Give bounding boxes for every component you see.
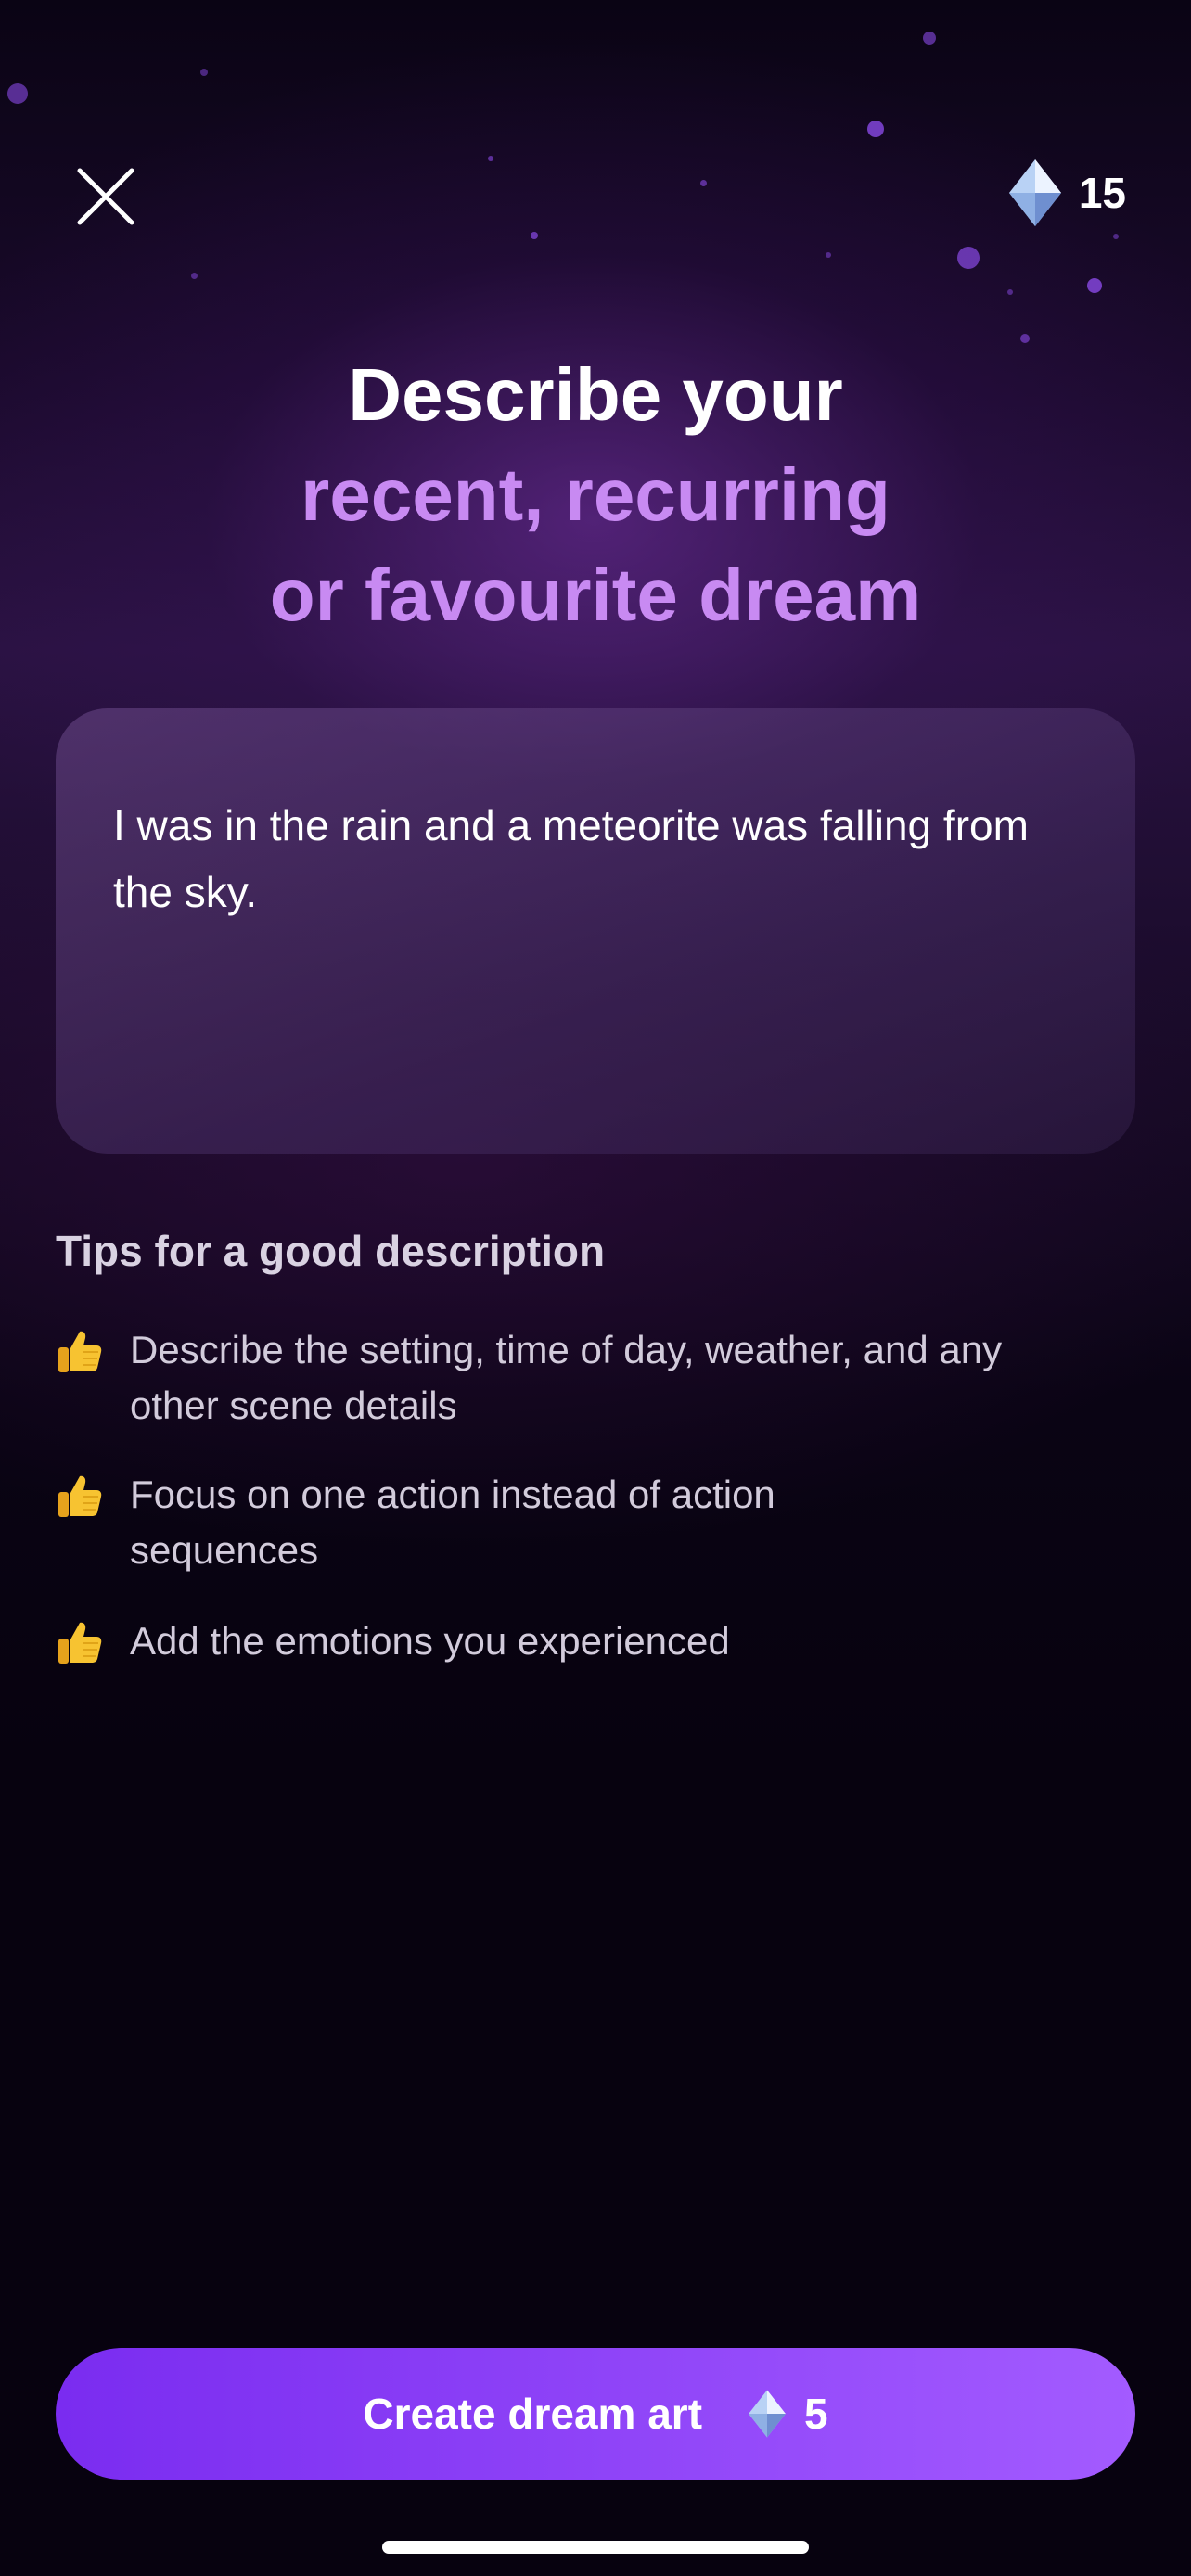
tips-heading: Tips for a good description bbox=[56, 1227, 606, 1275]
title-line-3: or favourite dream bbox=[269, 554, 922, 636]
star-decoration bbox=[200, 69, 208, 76]
create-dream-art-button[interactable]: Create dream art 5 bbox=[56, 2348, 1135, 2480]
gem-balance-count: 15 bbox=[1078, 169, 1126, 217]
title-line-2: recent, recurring bbox=[301, 453, 890, 536]
star-decoration bbox=[7, 83, 28, 104]
tip-item: Add the emotions you experienced bbox=[56, 1613, 1095, 1669]
star-decoration bbox=[1087, 278, 1102, 293]
star-decoration bbox=[488, 156, 493, 161]
gem-balance: 15 bbox=[1006, 156, 1126, 230]
star-decoration bbox=[700, 180, 707, 186]
star-decoration bbox=[923, 32, 936, 45]
dream-description-input[interactable]: I was in the rain and a meteorite was fa… bbox=[56, 708, 1135, 1154]
tip-text: Add the emotions you experienced bbox=[130, 1619, 730, 1663]
close-button[interactable] bbox=[65, 156, 147, 237]
diamond-gem-icon bbox=[749, 2390, 786, 2438]
thumbs-up-icon bbox=[58, 1331, 102, 1372]
thumbs-up-icon bbox=[58, 1622, 102, 1664]
star-decoration bbox=[1020, 334, 1030, 343]
tip-text: Describe the setting, time of day, weath… bbox=[130, 1328, 1003, 1427]
star-decoration bbox=[1007, 289, 1013, 295]
star-decoration bbox=[1113, 234, 1119, 239]
star-decoration bbox=[826, 252, 831, 258]
star-decoration bbox=[957, 247, 980, 269]
create-dream-art-label: Create dream art bbox=[363, 2390, 703, 2438]
home-indicator[interactable] bbox=[382, 2541, 809, 2554]
thumbs-up-icon bbox=[58, 1475, 102, 1517]
star-decoration bbox=[867, 121, 884, 137]
star-decoration bbox=[531, 232, 538, 239]
tip-text: Focus on one action instead of action se… bbox=[130, 1473, 775, 1572]
create-dream-art-cost: 5 bbox=[804, 2390, 828, 2438]
diamond-gem-icon bbox=[1008, 159, 1061, 226]
page-title: Describe your recent, recurring or favou… bbox=[0, 345, 1191, 645]
tip-item: Describe the setting, time of day, weath… bbox=[56, 1322, 1095, 1434]
title-line-1: Describe your bbox=[348, 353, 843, 436]
star-decoration bbox=[191, 273, 198, 279]
close-icon bbox=[77, 168, 134, 225]
tip-item: Focus on one action instead of action se… bbox=[56, 1467, 1095, 1578]
